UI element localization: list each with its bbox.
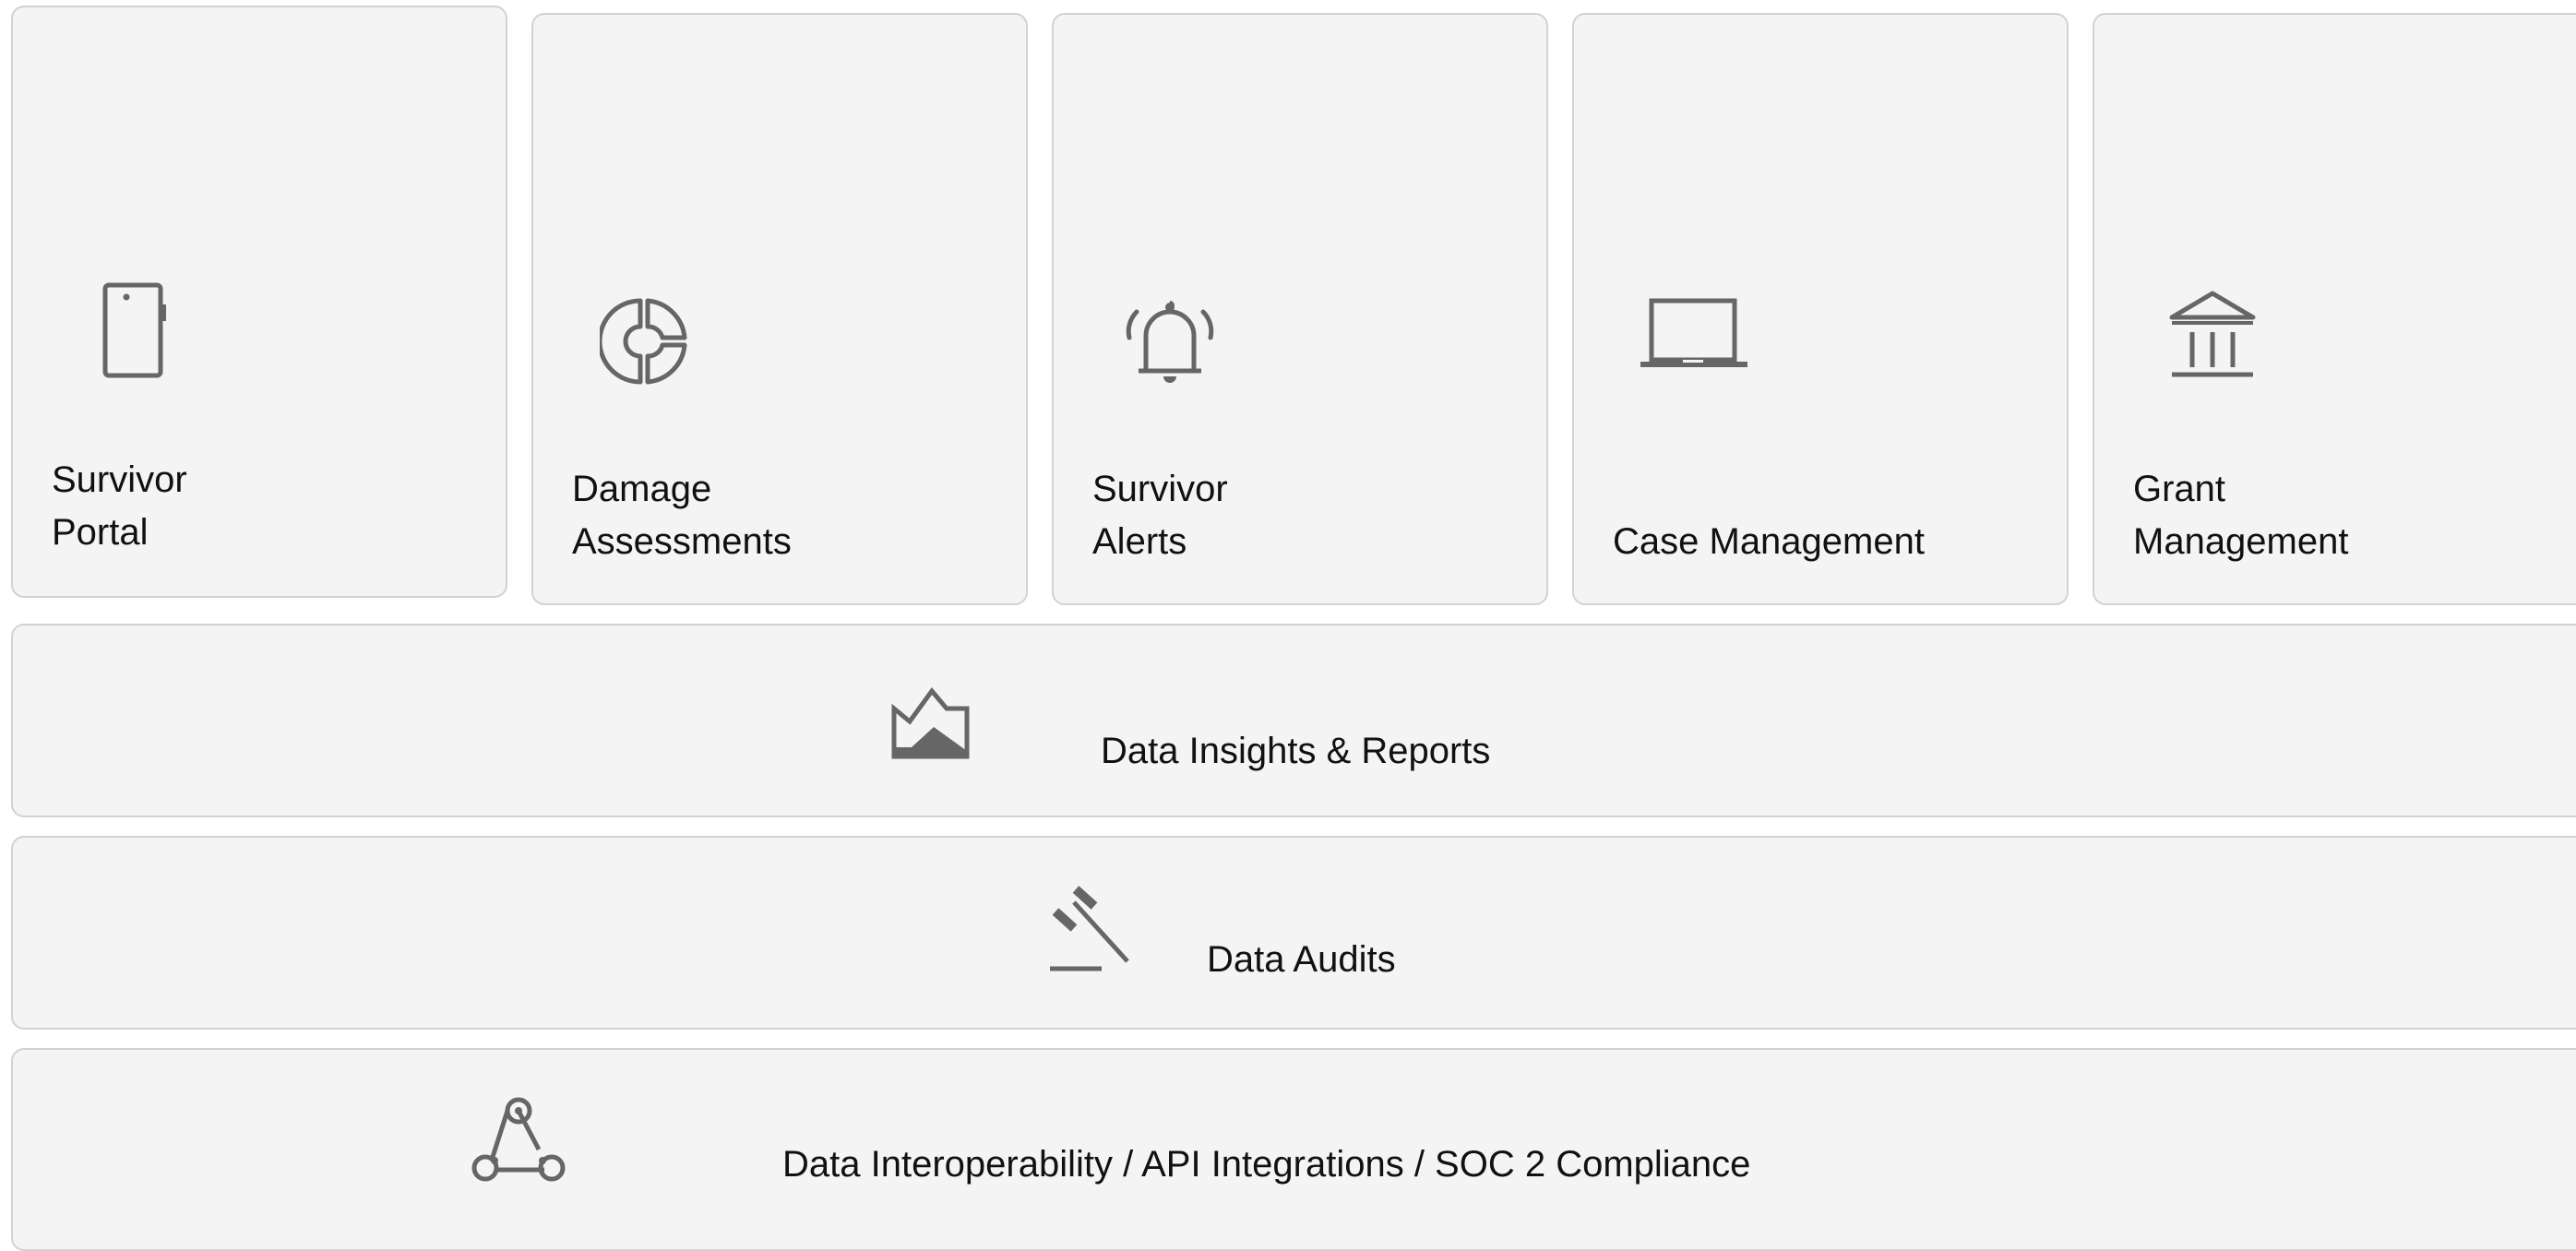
- bell-icon: [1126, 301, 1214, 383]
- module-label: Damage Assessments: [572, 469, 792, 562]
- gavel-icon: [1050, 886, 1129, 971]
- pie-chart-icon: [600, 298, 687, 385]
- module-card-case-management: Case Management: [1572, 13, 2069, 605]
- bank-building-icon: [2169, 291, 2256, 377]
- module-card-damage-assessments: Damage Assessments: [531, 13, 1028, 605]
- module-label: Case Management: [1613, 521, 1925, 562]
- module-label: Grant Management: [2133, 469, 2349, 562]
- module-card-survivor-portal: Survivor Portal: [11, 6, 507, 598]
- layer-data-insights-reports: Data Insights & Reports: [11, 624, 2576, 817]
- layer-label: Data Audits: [1207, 939, 1396, 980]
- layer-data-interoperability: Data Interoperability / API Integrations…: [11, 1048, 2576, 1251]
- mobile-phone-icon: [102, 282, 166, 378]
- laptop-icon: [1640, 298, 1747, 367]
- webhook-icon: [471, 1097, 566, 1182]
- layer-data-audits: Data Audits: [11, 836, 2576, 1030]
- layer-label: Data Insights & Reports: [1101, 731, 1491, 771]
- layer-label: Data Interoperability / API Integrations…: [782, 1144, 1751, 1185]
- module-card-grant-management: Grant Management: [2093, 13, 2576, 605]
- module-label: Survivor Portal: [52, 459, 187, 553]
- module-label: Survivor Alerts: [1092, 469, 1228, 562]
- landscape-chart-icon: [891, 686, 970, 759]
- module-card-survivor-alerts: Survivor Alerts: [1052, 13, 1548, 605]
